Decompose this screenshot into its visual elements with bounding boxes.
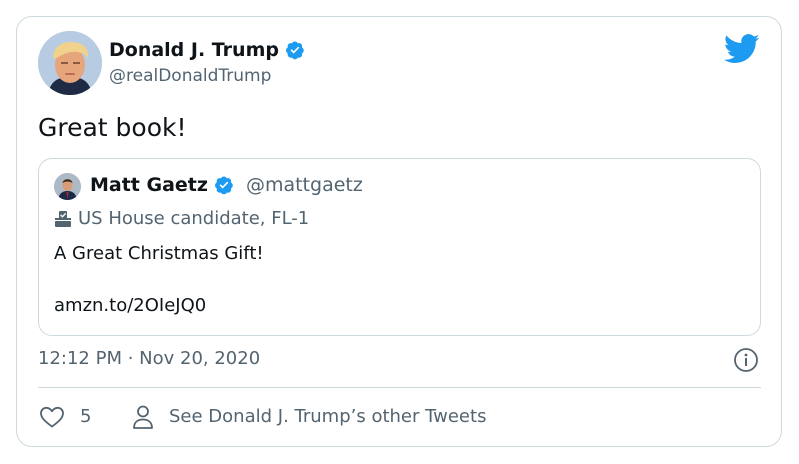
twitter-bird-icon[interactable]	[724, 34, 760, 64]
quoted-author-handle[interactable]: @mattgaetz	[246, 174, 363, 196]
ballot-box-icon	[55, 210, 71, 227]
quoted-author-label: US House candidate, FL-1	[78, 208, 310, 229]
quoted-tweet-text: A Great Christmas Gift!	[54, 243, 264, 264]
see-other-tweets-link[interactable]: See Donald J. Trump’s other Tweets	[169, 406, 486, 427]
verified-badge-icon	[214, 176, 233, 195]
tweet-timestamp[interactable]: 12:12 PM · Nov 20, 2020	[38, 348, 260, 369]
author-name[interactable]: Donald J. Trump	[109, 39, 279, 61]
verified-badge-icon	[286, 41, 304, 60]
tweet-text: Great book!	[38, 113, 187, 142]
tweet-card[interactable]: Donald J. Trump @realDonaldTrump Great b…	[16, 16, 782, 447]
author-avatar[interactable]	[38, 31, 102, 95]
quoted-author-avatar[interactable]	[54, 173, 81, 200]
quoted-tweet[interactable]: Matt Gaetz @mattgaetz US House candidate…	[38, 158, 761, 336]
heart-icon[interactable]	[39, 405, 65, 429]
quoted-author-name[interactable]: Matt Gaetz	[90, 174, 208, 196]
info-icon[interactable]	[733, 347, 759, 373]
quoted-tweet-link[interactable]: amzn.to/2OIeJQ0	[54, 295, 206, 316]
author-handle[interactable]: @realDonaldTrump	[109, 66, 271, 86]
like-count[interactable]: 5	[80, 406, 91, 427]
person-icon	[133, 405, 153, 429]
divider	[38, 387, 761, 388]
